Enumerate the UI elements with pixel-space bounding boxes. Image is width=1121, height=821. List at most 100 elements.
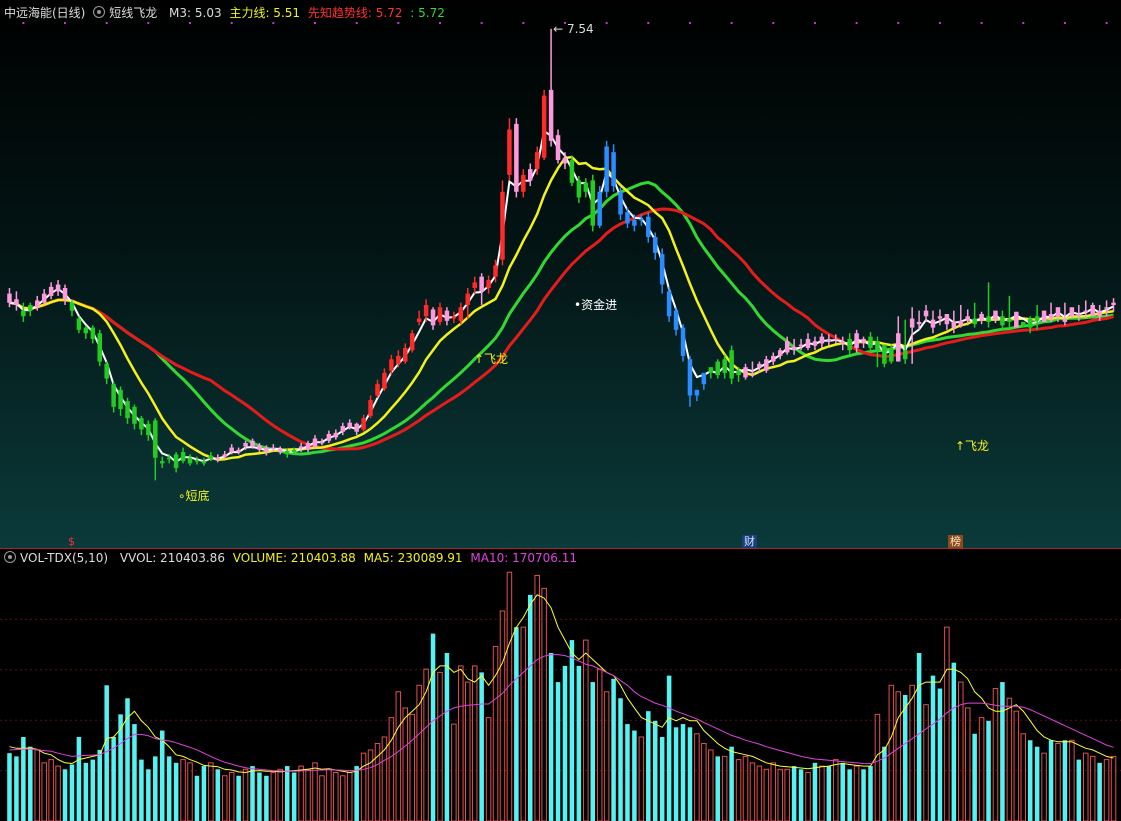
candle-body xyxy=(361,418,366,430)
candle-body xyxy=(500,191,505,260)
volume-chart-svg[interactable] xyxy=(0,549,1121,821)
candle-body xyxy=(104,363,109,379)
volume-bar-down xyxy=(625,724,630,821)
candle-body xyxy=(534,152,540,170)
volume-bar-up xyxy=(923,704,929,821)
volume-bar-up xyxy=(1110,755,1117,821)
candle-body xyxy=(951,321,957,328)
volume-bar-up xyxy=(701,742,707,821)
volume-bar-down xyxy=(618,698,623,821)
candle-body xyxy=(21,310,26,317)
volume-bar-down xyxy=(166,756,172,821)
volume-bar-down xyxy=(576,665,582,821)
volume-bar-up xyxy=(41,762,47,821)
candle-body xyxy=(889,347,894,362)
candle-body xyxy=(562,157,568,164)
candle-body xyxy=(430,309,436,326)
candle-body xyxy=(76,318,82,330)
marker-dollar[interactable]: $ xyxy=(66,535,77,548)
candle-body xyxy=(1062,318,1068,322)
candle-body xyxy=(541,95,547,158)
volume-bar-up xyxy=(221,775,228,821)
top-dot-marker xyxy=(1105,22,1108,24)
top-dot-marker xyxy=(980,22,983,24)
volume-bar-up xyxy=(958,681,964,821)
candle-body xyxy=(1034,316,1040,321)
volume-bar-down xyxy=(868,766,873,821)
series-line-red xyxy=(9,207,1114,451)
candle-body xyxy=(375,384,380,396)
trend-line-value: 先知趋势线: 5.72 xyxy=(307,6,403,20)
marker-finance[interactable]: 财 xyxy=(742,535,757,548)
candle-body xyxy=(250,440,255,447)
candle-body xyxy=(965,316,970,321)
volume-bar-down xyxy=(1062,740,1068,821)
top-dot-marker xyxy=(772,22,775,24)
vol-indicator-settings[interactable]: VOL-TDX(5,10) xyxy=(4,551,112,565)
candle-body xyxy=(569,160,575,183)
series-line-yellow xyxy=(9,155,1114,461)
volume-bar-up xyxy=(805,772,811,821)
candle-body xyxy=(159,461,165,464)
candle-body xyxy=(930,319,936,328)
volume-bar-down xyxy=(257,772,262,821)
volume-bar-down xyxy=(847,769,852,821)
volume-bar-up xyxy=(819,765,825,821)
candle-body xyxy=(312,438,318,447)
volume-bar-down xyxy=(284,766,290,821)
volume-bar-up xyxy=(242,768,249,821)
volume-bar-down xyxy=(916,653,922,821)
candle-body xyxy=(896,333,901,362)
top-dot-marker xyxy=(647,22,650,24)
top-dot-marker xyxy=(480,22,483,24)
candle-body xyxy=(187,457,193,464)
candle-body xyxy=(472,282,477,288)
top-dot-marker xyxy=(605,22,608,24)
volume-bar-up xyxy=(721,755,728,821)
stock-title[interactable]: 中远海能(日线) xyxy=(4,6,85,20)
candle-body xyxy=(451,316,457,319)
volume-bar-down xyxy=(569,640,575,821)
volume-bar-down xyxy=(76,737,82,821)
volume-bar-down xyxy=(194,775,200,821)
volume-bar-down xyxy=(666,675,672,821)
volume-bar-up xyxy=(208,762,214,821)
volume-bar-down xyxy=(444,653,450,821)
candle-body xyxy=(958,320,964,326)
marker-ranking[interactable]: 榜 xyxy=(948,535,963,548)
candle-body xyxy=(354,423,359,432)
volume-bar-down xyxy=(215,769,221,821)
candle-body xyxy=(590,180,596,226)
candle-body xyxy=(83,327,89,334)
volume-bar-down xyxy=(652,720,658,821)
candle-body xyxy=(194,460,200,462)
candle-body xyxy=(875,341,880,351)
volume-bar-up xyxy=(437,671,443,821)
volume-bar-up xyxy=(305,768,311,821)
indicator-settings[interactable]: 短线飞龙 xyxy=(93,6,161,20)
price-chart-svg[interactable]: ← 7.54 ∘短底 ↑飞龙 ↑飞龙 •资金进 xyxy=(0,0,1121,548)
volume-bar-up xyxy=(451,723,457,821)
volume-bar-down xyxy=(139,759,144,821)
volume-bar-down xyxy=(173,762,179,821)
candle-body xyxy=(479,276,484,292)
volume-bar-down xyxy=(1076,759,1082,821)
candle-body xyxy=(944,314,950,325)
volume-bar-up xyxy=(909,684,915,821)
volume-bar-up xyxy=(756,765,763,821)
series-line-white xyxy=(9,129,1114,464)
gear-icon[interactable] xyxy=(4,551,16,563)
annotation-feilong-1: ↑飞龙 xyxy=(474,352,508,366)
volume-bar-down xyxy=(562,665,568,821)
candle-body xyxy=(743,367,748,378)
candle-body xyxy=(1104,307,1109,309)
gear-icon[interactable] xyxy=(93,6,106,18)
volume-bar-up xyxy=(1055,742,1061,821)
candle-body xyxy=(243,443,248,447)
top-dot-marker xyxy=(397,22,400,24)
candle-body xyxy=(909,318,915,328)
candle-body xyxy=(166,457,172,460)
volume-bar-up xyxy=(1089,755,1096,821)
volume-bar-down xyxy=(1000,682,1005,821)
top-dot-marker xyxy=(1022,22,1025,24)
